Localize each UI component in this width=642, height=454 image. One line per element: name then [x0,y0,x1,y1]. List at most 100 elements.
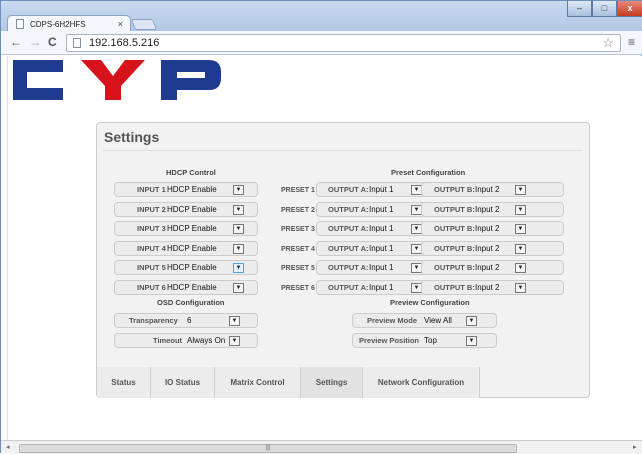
chevron-down-icon[interactable]: ▼ [229,316,240,326]
output-b-value[interactable]: Input 2 [475,224,499,233]
output-a-value[interactable]: Input 1 [369,283,393,292]
output-a-value[interactable]: Input 1 [369,263,393,272]
maximize-button[interactable]: □ [592,1,617,17]
chevron-down-icon[interactable]: ▼ [466,316,477,326]
bookmark-star-icon[interactable]: ☆ [602,35,614,51]
reload-icon[interactable]: C [48,35,57,49]
preset-output-b: OUTPUT B: Input 2 ▼ [421,280,564,295]
hdcp-input-label: INPUT 4 [137,243,166,253]
preset-output-a: OUTPUT A: Input 1 ▼ [316,280,426,295]
left-margin [1,56,8,440]
hdcp-row: INPUT 1 HDCP Enable ▼ [114,182,258,197]
preview-position-row: Preview Position Top ▼ [352,333,497,348]
scroll-right-icon[interactable]: ▸ [633,443,637,451]
preset-output-a: OUTPUT A: Input 1 ▼ [316,201,426,217]
preset-output-b: OUTPUT B: Input 2 ▼ [421,201,564,217]
preset-label: PRESET 5 [281,265,315,273]
hdcp-select-value[interactable]: HDCP Enable [167,205,217,214]
output-a-value[interactable]: Input 1 [369,244,393,253]
chevron-down-icon[interactable]: ▼ [515,283,526,293]
output-b-value[interactable]: Input 2 [475,244,499,253]
hdcp-section-title: HDCP Control [166,168,216,177]
tab-status[interactable]: Status [97,367,151,398]
tab-matrix-control[interactable]: Matrix Control [215,367,301,398]
output-a-label: OUTPUT A: [328,243,369,253]
tab-io-status[interactable]: IO Status [151,367,215,398]
back-icon[interactable]: ← [10,35,22,49]
hdcp-select-value[interactable]: HDCP Enable [167,263,217,272]
chevron-down-icon[interactable]: ▼ [515,224,526,235]
chevron-down-icon[interactable]: ▼ [233,283,244,293]
scroll-left-icon[interactable]: ◂ [6,443,10,451]
preset-output-b: OUTPUT B: Input 2 ▼ [421,182,564,197]
output-b-value[interactable]: Input 2 [475,283,499,292]
timeout-row: Timeout Always On ▼ [114,333,258,348]
chevron-down-icon[interactable]: ▼ [515,263,526,274]
output-a-label: OUTPUT A: [328,185,369,194]
preset-section-title: Preset Configuration [391,168,466,177]
chevron-down-icon[interactable]: ▼ [229,336,240,346]
chevron-down-icon[interactable]: ▼ [233,224,244,235]
hdcp-input-label: INPUT 1 [137,185,166,194]
timeout-value[interactable]: Always On [187,336,225,345]
preset-output-a: OUTPUT A: Input 1 ▼ [316,260,426,276]
output-b-label: OUTPUT B: [434,283,475,292]
chevron-down-icon[interactable]: ▼ [466,336,477,346]
transparency-value[interactable]: 6 [187,316,191,325]
output-b-value[interactable]: Input 2 [475,185,499,194]
preset-output-a: OUTPUT A: Input 1 ▼ [316,182,426,197]
browser-tab[interactable]: CDPS-6H2HFS × [7,15,131,32]
hdcp-select-value[interactable]: HDCP Enable [167,224,217,233]
title-divider [103,150,583,151]
output-b-label: OUTPUT B: [434,243,475,253]
output-b-label: OUTPUT B: [434,204,475,214]
preset-label: PRESET 1 [281,187,315,194]
output-b-value[interactable]: Input 2 [475,263,499,272]
osd-section-title: OSD Configuration [157,298,225,307]
output-a-label: OUTPUT A: [328,204,369,214]
preset-output-a: OUTPUT A: Input 1 ▼ [316,221,426,237]
chevron-down-icon[interactable]: ▼ [233,263,244,274]
output-b-label: OUTPUT B: [434,185,475,194]
page-icon [16,19,24,29]
hdcp-row: INPUT 6 HDCP Enable ▼ [114,280,258,295]
menu-icon[interactable]: ≡ [628,35,635,49]
logo-c [13,60,63,100]
preview-position-value[interactable]: Top [424,336,437,345]
tab-title: CDPS-6H2HFS [30,20,86,29]
hdcp-row: INPUT 2 HDCP Enable ▼ [114,201,258,217]
new-tab-button[interactable] [130,19,158,30]
page-title: Settings [104,129,160,145]
chevron-down-icon[interactable]: ▼ [233,204,244,215]
preset-label: PRESET 3 [281,226,315,234]
output-a-value[interactable]: Input 1 [369,185,393,194]
hdcp-row: INPUT 3 HDCP Enable ▼ [114,221,258,237]
hdcp-select-value[interactable]: HDCP Enable [167,244,217,253]
close-tab-icon[interactable]: × [118,19,123,29]
chevron-down-icon[interactable]: ▼ [515,204,526,215]
forward-icon[interactable]: → [29,35,41,49]
chevron-down-icon[interactable]: ▼ [233,185,244,195]
chevron-down-icon[interactable]: ▼ [515,185,526,195]
preview-mode-label: Preview Mode [367,316,418,325]
close-window-button[interactable]: x [617,1,642,17]
browser-toolbar: ← → C 192.168.5.216 ☆ ≡ [1,31,642,55]
preset-output-b: OUTPUT B: Input 2 ▼ [421,240,564,256]
hdcp-input-label: INPUT 2 [137,204,166,214]
tab-network-configuration[interactable]: Network Configuration [363,367,480,398]
address-bar[interactable]: 192.168.5.216 ☆ [66,34,621,52]
output-b-value[interactable]: Input 2 [475,205,499,214]
chevron-down-icon[interactable]: ▼ [515,243,526,254]
transparency-row: Transparency 6 ▼ [114,313,258,328]
preview-mode-value[interactable]: View All [424,316,452,325]
scrollbar-thumb[interactable]: ||| [19,444,517,453]
horizontal-scrollbar[interactable]: ◂ ||| ▸ [1,440,642,454]
minimize-button[interactable]: – [567,1,592,17]
chevron-down-icon[interactable]: ▼ [233,243,244,254]
tab-settings[interactable]: Settings [301,367,363,398]
browser-window: CDPS-6H2HFS × – □ x ← → C 192.168.5.216 … [0,0,642,454]
output-a-value[interactable]: Input 1 [369,224,393,233]
hdcp-select-value[interactable]: HDCP Enable [167,283,217,292]
output-a-value[interactable]: Input 1 [369,205,393,214]
hdcp-select-value[interactable]: HDCP Enable [167,185,217,194]
